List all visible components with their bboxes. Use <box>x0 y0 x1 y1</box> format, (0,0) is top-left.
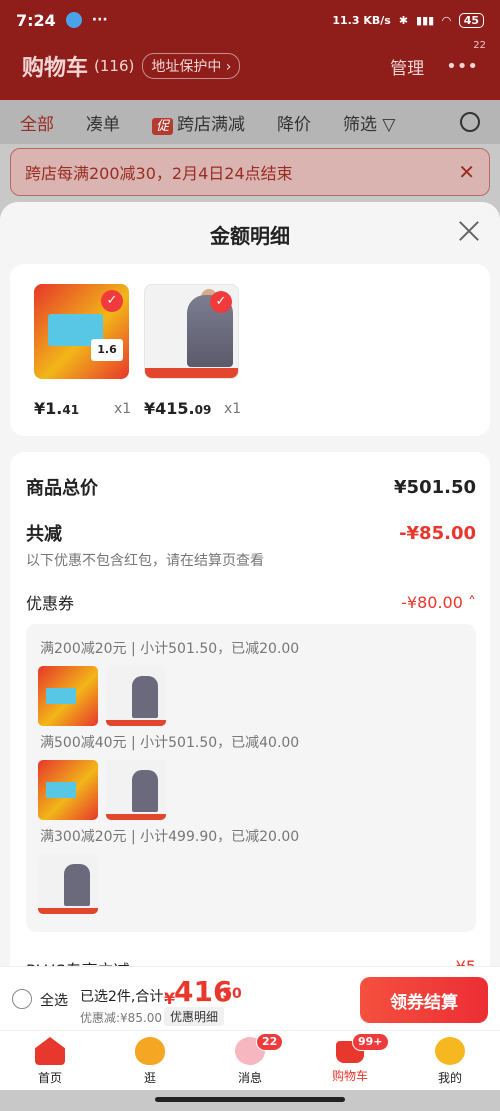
goods-total-row: 商品总价 ¥501.50 <box>26 474 476 500</box>
coupon-label: 优惠券 <box>26 594 75 613</box>
coupon-product-thumb <box>38 760 98 820</box>
check-icon: ✓ <box>210 291 232 313</box>
coupon-product-thumb <box>106 760 166 820</box>
coupon-product-thumb <box>38 854 98 914</box>
product-price-int: ¥1. <box>34 399 63 418</box>
profile-icon <box>435 1037 465 1065</box>
cart-count: (116) <box>94 57 135 75</box>
promo-banner-text: 跨店每满200减30，2月4日24点结束 <box>25 164 293 183</box>
status-bar: 7:24 ··· 11.3 KB/s ✱ ▮▮▮ ◠ 45 <box>0 0 500 40</box>
telegram-icon <box>65 12 82 28</box>
promo-tag-icon: 促 <box>152 117 174 135</box>
coupon-group-title: 满200减20元 | 小计501.50，已减20.00 <box>40 641 300 657</box>
select-all-radio[interactable] <box>12 989 32 1009</box>
checkout-button[interactable]: 领券结算 <box>360 977 488 1023</box>
nav-label: 逛 <box>143 1071 156 1085</box>
filter-bar: 全部 凑单 促跨店满减 降价 筛选 ▽ <box>0 100 500 144</box>
nav-label: 购物车 <box>331 1069 368 1083</box>
message-badge: 22 <box>256 1033 284 1051</box>
tab-all[interactable]: 全部 <box>20 110 54 135</box>
selected-count-text: 已选2件,合计: <box>80 989 169 1005</box>
product-price-int: ¥415. <box>144 399 195 418</box>
product-item[interactable]: ✓ ¥415.09 x1 <box>144 284 244 418</box>
coupon-value[interactable]: -¥80.00 ˄ <box>401 593 476 612</box>
product-price: ¥415.09 <box>144 399 211 418</box>
tab-cross-store[interactable]: 促跨店满减 <box>152 110 245 135</box>
cart-header: 购物车 (116) 地址保护中 › 管理 ••• 22 <box>0 40 500 90</box>
home-indicator[interactable] <box>155 1097 345 1102</box>
nav-label: 消息 <box>237 1071 262 1085</box>
promo-banner: 跨店每满200减30，2月4日24点结束 ✕ <box>10 148 490 196</box>
more-badge: 22 <box>473 39 486 51</box>
product-qty: x1 <box>114 401 132 417</box>
product-image-strip <box>145 368 238 378</box>
address-protection-pill[interactable]: 地址保护中 › <box>142 53 241 79</box>
reduce-row: 共减 -¥85.00 <box>26 520 476 546</box>
nav-home[interactable]: 首页 <box>0 1031 100 1090</box>
discount-detail-link[interactable]: 优惠明细 <box>164 1007 225 1026</box>
browse-icon <box>135 1037 165 1065</box>
status-right: 11.3 KB/s ✱ ▮▮▮ ◠ 45 <box>332 12 484 28</box>
search-icon[interactable] <box>460 112 480 132</box>
signal-icon: ▮▮▮ <box>416 13 435 27</box>
nav-me[interactable]: 我的 <box>400 1031 500 1090</box>
coupon-group-title: 满300减20元 | 小计499.90，已减20.00 <box>40 829 300 845</box>
product-price-dec: 41 <box>62 403 80 417</box>
checkout-bar: 全选 已选2件,合计: ¥ 416 .50 优惠减:¥85.00 优惠明细 领券… <box>0 966 500 1030</box>
reduce-value: -¥85.00 <box>399 522 476 544</box>
product-price-dec: 09 <box>194 403 212 417</box>
price-detail-card: 商品总价 ¥501.50 共减 -¥85.00 以下优惠不包含红包，请在结算页查… <box>10 452 490 1032</box>
status-dots: ··· <box>91 12 108 28</box>
goods-total-value: ¥501.50 <box>394 476 476 498</box>
home-icon <box>35 1037 65 1065</box>
reduce-note: 以下优惠不包含红包，请在结算页查看 <box>26 553 264 569</box>
total-amount-dec: .50 <box>217 986 242 1002</box>
products-card: 1.6 ✓ ¥1.41 x1 ✓ ¥415.09 x1 <box>10 264 490 436</box>
network-speed: 11.3 KB/s <box>332 13 391 27</box>
tab-filter-label: 筛选 <box>343 114 378 135</box>
coupon-product-thumb <box>106 666 166 726</box>
reduce-label: 共减 <box>26 524 62 545</box>
select-all-label[interactable]: 全选 <box>40 990 68 1010</box>
tab-cross-store-label: 跨店满减 <box>177 114 246 135</box>
coupon-groups: 满200减20元 | 小计501.50，已减20.00 满500减40元 | 小… <box>26 624 476 932</box>
goods-total-label: 商品总价 <box>26 478 98 499</box>
bluetooth-icon: ✱ <box>398 13 409 27</box>
close-icon[interactable] <box>456 218 482 244</box>
bottom-nav: 首页 逛 22 消息 99+ 购物车 我的 <box>0 1030 500 1090</box>
nav-messages[interactable]: 22 消息 <box>200 1031 300 1090</box>
nav-browse[interactable]: 逛 <box>100 1031 200 1090</box>
manage-button[interactable]: 管理 <box>390 54 424 79</box>
tab-price-drop[interactable]: 降价 <box>277 110 311 135</box>
page-title: 购物车 <box>22 56 89 81</box>
close-icon[interactable]: ✕ <box>458 160 475 184</box>
tab-combo[interactable]: 凑单 <box>86 110 120 135</box>
coupon-product-thumb <box>38 666 98 726</box>
coupon-row[interactable]: 优惠券 -¥80.00 ˄ <box>26 590 476 614</box>
status-time: 7:24 <box>16 10 56 30</box>
coupon-group-title: 满500减40元 | 小计501.50，已减40.00 <box>40 735 300 751</box>
product-price: ¥1.41 <box>34 399 79 418</box>
battery-icon: 45 <box>458 12 484 28</box>
product-thumbnail[interactable]: 1.6 ✓ <box>34 284 129 379</box>
check-icon: ✓ <box>101 290 123 312</box>
sheet-title: 金额明细 <box>210 224 290 248</box>
nav-cart[interactable]: 99+ 购物车 <box>300 1031 400 1090</box>
more-button[interactable]: ••• 22 <box>446 40 486 77</box>
nav-label: 我的 <box>437 1071 462 1085</box>
more-dots-icon: ••• <box>446 55 478 77</box>
reduce-note-row: 以下优惠不包含红包，请在结算页查看 <box>26 550 476 570</box>
amount-detail-sheet: 金额明细 1.6 ✓ ¥1.41 x1 ✓ ¥415.09 x1 商品总价 ¥5… <box>0 202 500 1032</box>
product-price-tag: 1.6 <box>91 339 123 361</box>
wifi-icon: ◠ <box>442 13 451 27</box>
product-item[interactable]: 1.6 ✓ ¥1.41 x1 <box>34 284 134 418</box>
nav-label: 首页 <box>37 1071 62 1085</box>
product-qty: x1 <box>224 401 242 417</box>
cart-badge: 99+ <box>352 1033 389 1051</box>
discount-text: 优惠减:¥85.00 <box>80 1011 163 1025</box>
filter-icon: ▽ <box>382 114 396 135</box>
product-thumbnail[interactable]: ✓ <box>144 284 239 379</box>
tab-filter[interactable]: 筛选 ▽ <box>343 110 395 135</box>
